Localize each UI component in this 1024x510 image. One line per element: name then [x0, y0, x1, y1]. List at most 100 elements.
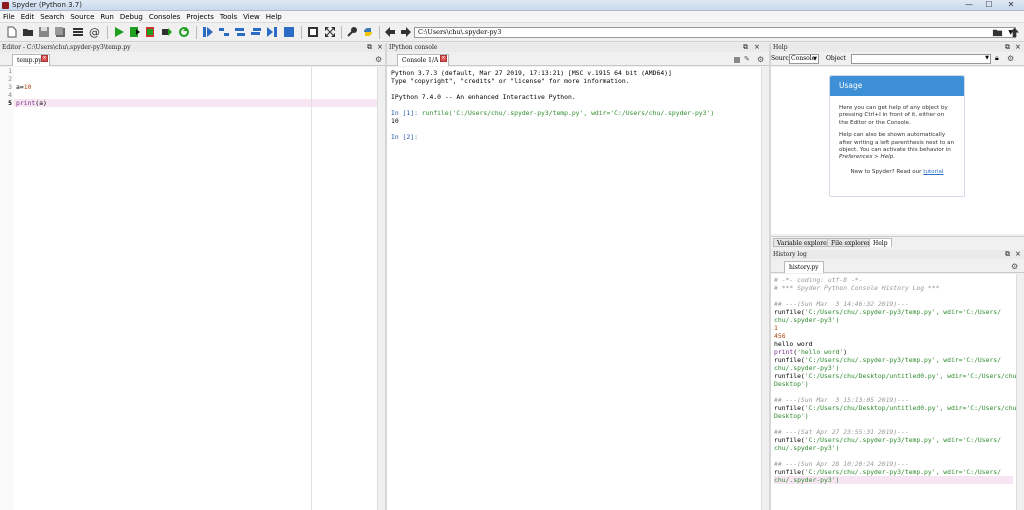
stop-kernel-icon[interactable] — [734, 57, 740, 63]
fullscreen-icon[interactable] — [324, 26, 336, 38]
history-pane-header: History log ⧉ × — [771, 250, 1024, 259]
menu-help[interactable]: Help — [263, 11, 285, 23]
undock-icon[interactable]: ⧉ — [1005, 43, 1010, 52]
stop-debug-icon[interactable] — [283, 26, 295, 38]
history-scrollbar[interactable] — [1016, 274, 1024, 510]
gear-icon[interactable]: ⚙ — [375, 55, 382, 64]
console-output-line: Type "copyright", "credits" or "license"… — [391, 77, 630, 85]
tab-file-explorer[interactable]: File explorer — [827, 238, 875, 247]
save-file-icon[interactable] — [38, 26, 50, 38]
menu-debug[interactable]: Debug — [117, 11, 146, 23]
working-directory-input[interactable]: C:\Users\chu\.spyder-py3 ▼ — [414, 27, 1016, 38]
history-line: ## ---(Sun Apr 28 10:20:24 2019)--- — [774, 460, 909, 468]
menu-search[interactable]: Search — [37, 11, 67, 23]
main-toolbar: @ C:\Users\chu\.spyder-py3 ▼ — [0, 23, 1024, 42]
undock-icon[interactable]: ⧉ — [1005, 250, 1010, 259]
open-file-icon[interactable] — [22, 26, 34, 38]
history-line: chu/.spyder-py3') — [774, 444, 840, 452]
menu-bar: File Edit Search Source Run Debug Consoles Proj… — [0, 11, 1024, 23]
usage-title: Usage — [830, 76, 964, 96]
history-line: ## ---(Sun Mar 3 15:13:05 2019)--- — [774, 396, 909, 404]
close-tab-icon[interactable]: × — [41, 55, 48, 62]
gear-icon[interactable]: ⚙ — [757, 55, 764, 64]
help-header-title: Help — [773, 44, 788, 51]
run-file-icon[interactable] — [113, 26, 125, 38]
browse-folder-icon[interactable] — [992, 27, 1003, 38]
editor-tabbar: temp.py × ⚙ — [0, 53, 385, 66]
code-editor[interactable]: 1 2 3 4 5 a=10 print(a) — [0, 67, 385, 510]
line-number-gutter: 1 2 3 4 5 — [0, 67, 14, 510]
new-file-icon[interactable] — [6, 26, 18, 38]
history-line: print('hello word') — [774, 348, 848, 356]
history-line: chu/.spyder-py3') — [774, 476, 1013, 484]
line-number: 2 — [8, 75, 12, 83]
history-log[interactable]: # -*- coding: utf-8 -*- # *** Spyder Pyth… — [771, 274, 1024, 510]
menu-view[interactable]: View — [240, 11, 263, 23]
run-cell-icon[interactable] — [129, 26, 141, 38]
history-line: 1 — [774, 324, 778, 332]
minimize-button[interactable]: — — [960, 0, 978, 10]
history-line: runfile('C:/Users/chu/.spyder-py3/temp.p… — [774, 308, 1002, 316]
code-line-5-current: print(a) — [14, 99, 377, 107]
tab-history-py[interactable]: history.py — [784, 261, 824, 273]
close-pane-icon[interactable]: × — [1015, 250, 1021, 259]
menu-file[interactable]: File — [0, 11, 18, 23]
menu-edit[interactable]: Edit — [18, 11, 38, 23]
object-input[interactable]: ▼ — [851, 54, 991, 64]
step-icon[interactable] — [218, 26, 230, 38]
source-select[interactable]: Console ▼ — [789, 54, 819, 64]
back-arrow-icon[interactable] — [384, 26, 396, 38]
menu-run[interactable]: Run — [97, 11, 116, 23]
editor-scrollbar[interactable] — [377, 67, 385, 510]
close-window-button[interactable]: ✕ — [1000, 0, 1022, 10]
at-symbol-icon[interactable]: @ — [89, 26, 101, 38]
tutorial-link[interactable]: tutorial — [923, 169, 943, 175]
close-tab-icon[interactable]: × — [440, 55, 447, 62]
rerun-icon[interactable] — [178, 26, 190, 38]
gear-icon[interactable]: ⚙ — [1011, 262, 1018, 271]
history-line: runfile('C:/Users/chu/.spyder-py3/temp.p… — [774, 468, 1002, 476]
tab-label: Console 1/A — [402, 57, 439, 64]
maximize-pane-icon[interactable] — [307, 26, 319, 38]
step-return-icon[interactable] — [250, 26, 262, 38]
preferences-wrench-icon[interactable] — [346, 26, 358, 38]
tab-label: temp.py — [17, 57, 42, 64]
close-pane-icon[interactable]: × — [754, 43, 760, 52]
save-all-icon[interactable] — [54, 26, 66, 38]
python-path-icon[interactable] — [362, 26, 374, 38]
close-pane-icon[interactable]: × — [1015, 43, 1021, 52]
usage-card: Usage Here you can get help of any objec… — [829, 75, 965, 197]
debug-icon[interactable] — [202, 26, 214, 38]
tab-help[interactable]: Help — [869, 238, 892, 247]
step-into-icon[interactable] — [234, 26, 246, 38]
run-selection-icon[interactable] — [161, 26, 173, 38]
undock-icon[interactable]: ⧉ — [367, 43, 372, 52]
continue-icon[interactable] — [266, 26, 278, 38]
ipython-console[interactable]: Python 3.7.3 (default, Mar 27 2019, 17:1… — [387, 67, 769, 510]
history-line: chu/.spyder-py3') — [774, 316, 840, 324]
forward-arrow-icon[interactable] — [400, 26, 412, 38]
maximize-button[interactable]: ☐ — [980, 0, 998, 10]
parent-directory-icon[interactable] — [1009, 27, 1020, 38]
menu-tools[interactable]: Tools — [217, 11, 240, 23]
console-prompt: In [2]: — [391, 133, 418, 141]
file-switcher-icon[interactable] — [72, 26, 84, 38]
menu-source[interactable]: Source — [67, 11, 97, 23]
close-pane-icon[interactable]: × — [377, 43, 383, 52]
lock-icon[interactable]: 🔒︎ — [995, 54, 999, 63]
menu-projects[interactable]: Projects — [183, 11, 217, 23]
history-line — [774, 388, 1021, 396]
gear-icon[interactable]: ⚙ — [1007, 54, 1014, 63]
tab-variable-explorer[interactable]: Variable explorer — [773, 238, 834, 247]
history-line: 456 — [774, 332, 786, 340]
console-scrollbar[interactable] — [761, 67, 769, 510]
history-line: runfile('C:/Users/chu/Desktop/untitled0.… — [774, 404, 1021, 412]
menu-consoles[interactable]: Consoles — [146, 11, 183, 23]
history-line: Desktop') — [774, 412, 809, 420]
undock-icon[interactable]: ⧉ — [743, 43, 748, 52]
line-number: 4 — [8, 91, 12, 99]
run-cell-advance-icon[interactable] — [145, 26, 157, 38]
edit-icon[interactable]: ✎ — [744, 55, 750, 63]
